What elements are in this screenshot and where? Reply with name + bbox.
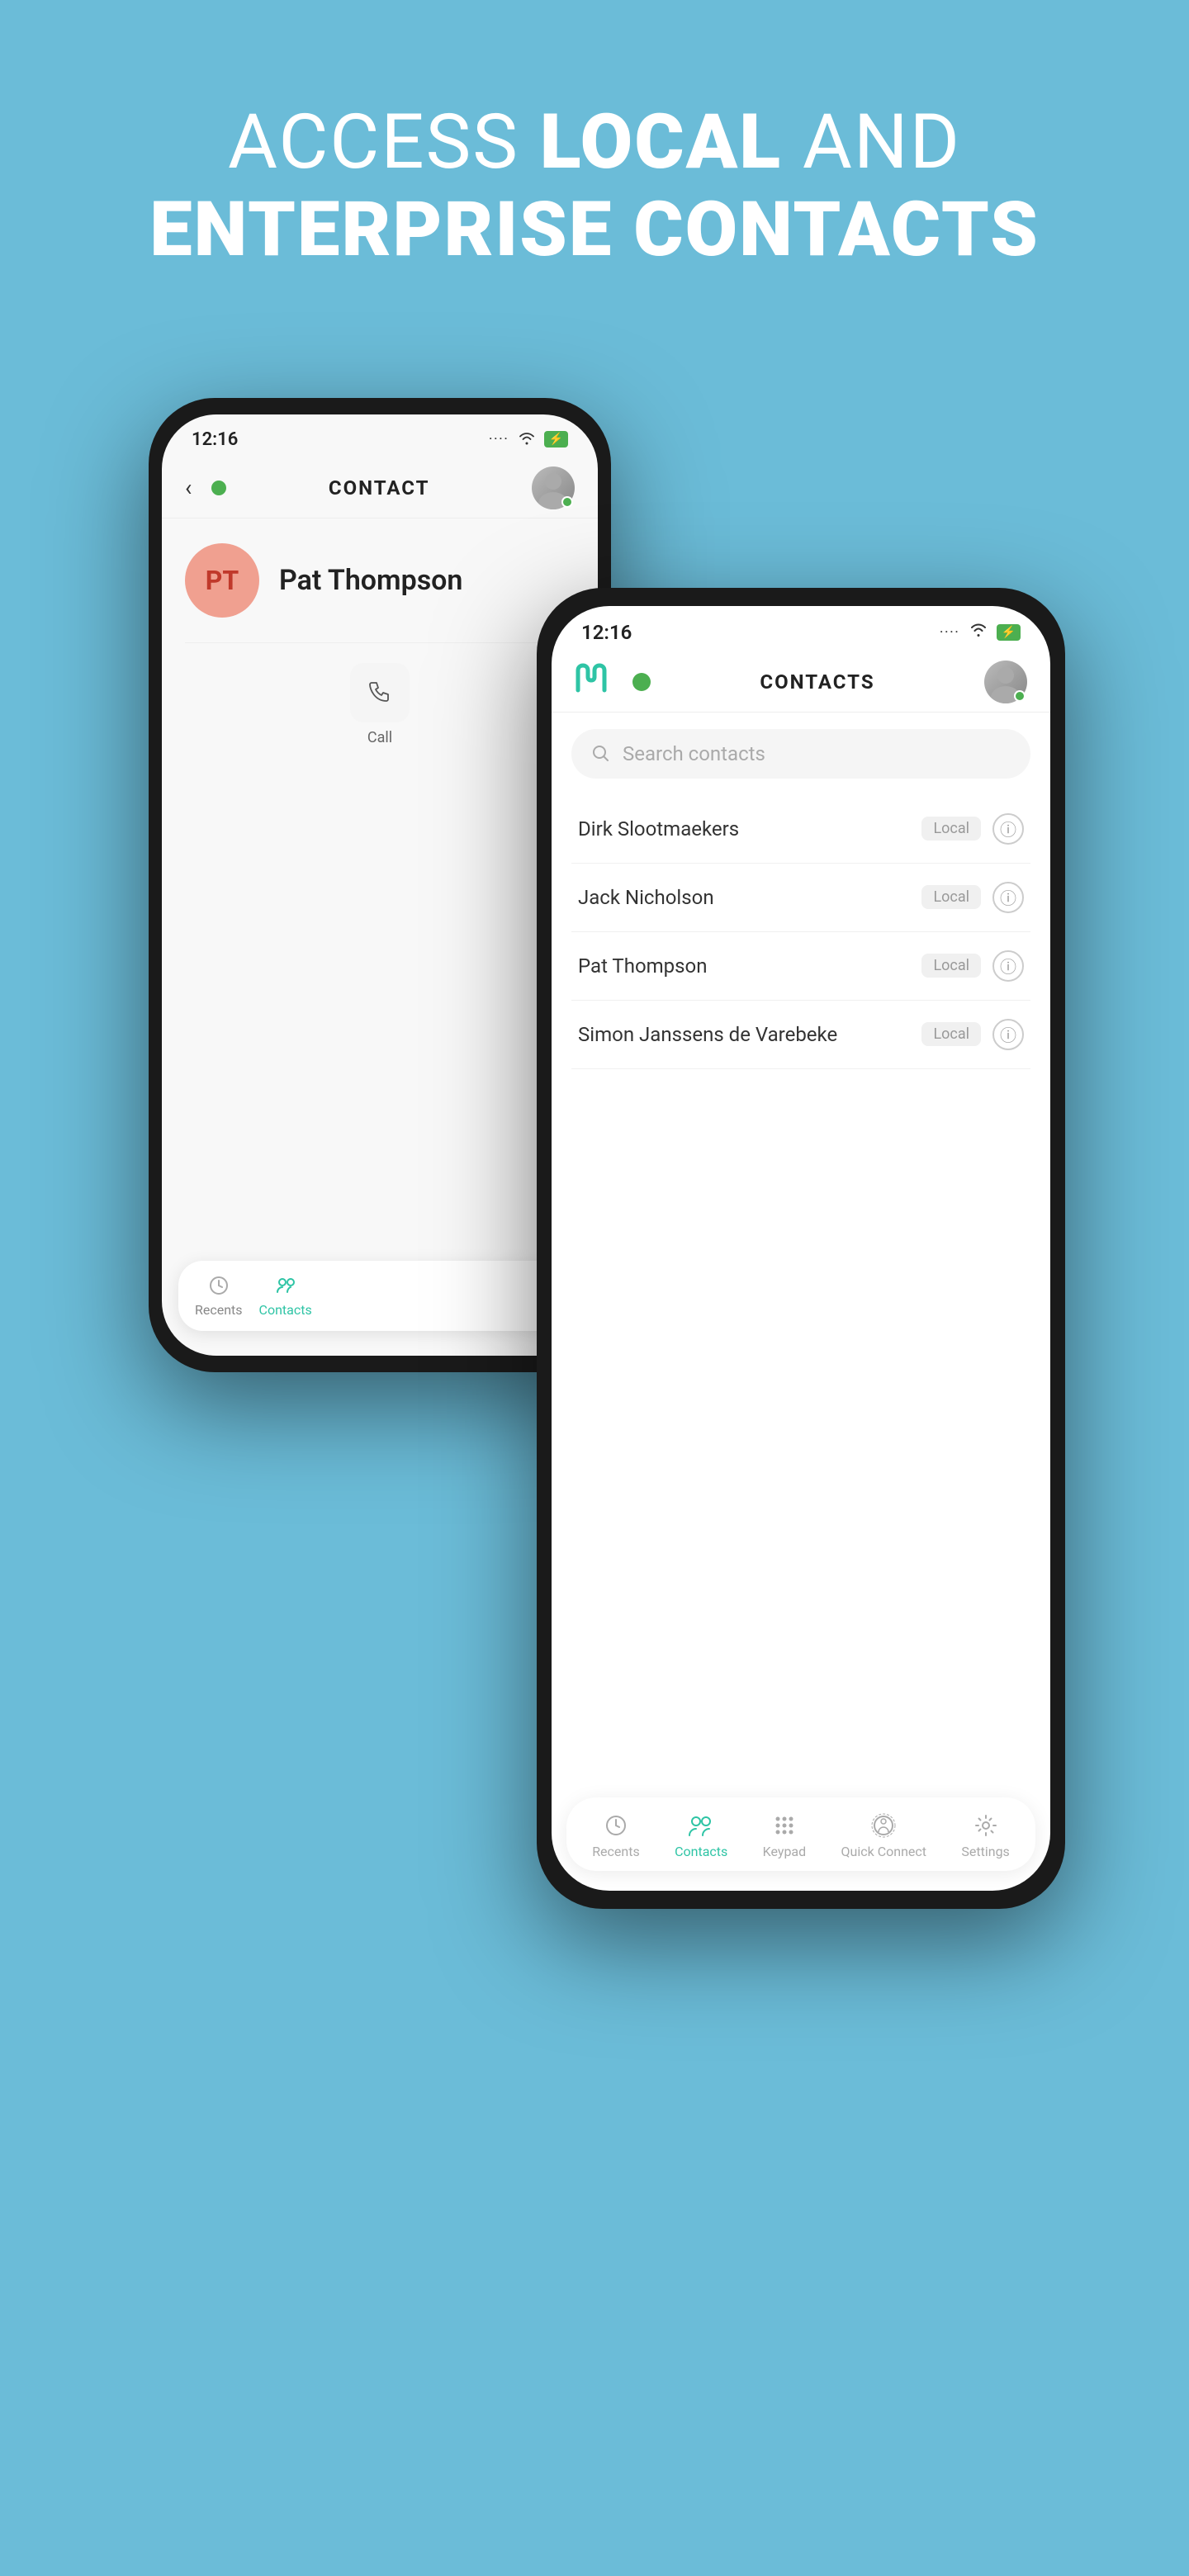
- front-status-icons: ···· ⚡: [940, 622, 1021, 642]
- contact-name-2: Jack Nicholson: [578, 886, 714, 909]
- back-nav: ‹ CONTACT: [162, 458, 598, 519]
- search-icon: [591, 744, 611, 764]
- info-button-2[interactable]: ⓘ: [992, 882, 1024, 913]
- front-status-dot: [632, 673, 651, 691]
- call-action: Call: [162, 643, 598, 766]
- front-logo-area: [575, 662, 651, 702]
- nav-label-recents: Recents: [592, 1844, 640, 1859]
- nav-item-keypad[interactable]: Keypad: [763, 1812, 807, 1859]
- front-user-avatar[interactable]: [984, 661, 1027, 703]
- front-nav: CONTACTS: [552, 652, 1050, 713]
- user-avatar[interactable]: [532, 466, 575, 509]
- info-button-3[interactable]: ⓘ: [992, 950, 1024, 982]
- phone-front: 12:16 ···· ⚡: [537, 588, 1065, 1909]
- front-time: 12:16: [581, 621, 632, 644]
- back-status-icons: ···· ⚡: [489, 429, 568, 450]
- info-button-1[interactable]: ⓘ: [992, 813, 1024, 845]
- search-placeholder: Search contacts: [623, 742, 765, 765]
- quickconnect-icon: [870, 1812, 897, 1839]
- status-dot: [211, 481, 226, 495]
- keypad-icon: [771, 1812, 798, 1839]
- nav-item-settings[interactable]: Settings: [961, 1812, 1009, 1859]
- contact-name-4: Simon Janssens de Varebeke: [578, 1023, 837, 1046]
- local-badge-3: Local: [921, 954, 981, 978]
- contact-row-3-right: Local ⓘ: [921, 950, 1024, 982]
- settings-icon: [973, 1812, 999, 1839]
- nav-item-contacts[interactable]: Contacts: [675, 1812, 727, 1859]
- contact-row-3[interactable]: Pat Thompson Local ⓘ: [571, 932, 1030, 1001]
- front-wifi-icon: [969, 622, 988, 642]
- back-time: 12:16: [192, 429, 238, 450]
- app-logo: [575, 662, 621, 702]
- contact-row-2-right: Local ⓘ: [921, 882, 1024, 913]
- contact-name-3: Pat Thompson: [578, 954, 707, 978]
- back-arrow-icon[interactable]: ‹: [185, 474, 192, 501]
- header: ACCESS LOCAL AND ENTERPRISE CONTACTS: [149, 99, 1040, 274]
- call-button[interactable]: [350, 663, 410, 722]
- nav-label-contacts: Contacts: [675, 1844, 727, 1859]
- bottom-nav: Recents Contacts: [566, 1797, 1035, 1871]
- header-line1: ACCESS LOCAL AND: [149, 99, 1040, 187]
- local-badge-1: Local: [921, 817, 981, 841]
- nav-label-settings: Settings: [961, 1844, 1009, 1859]
- contact-row-1-right: Local ⓘ: [921, 813, 1024, 845]
- recents-icon: [603, 1812, 629, 1839]
- contacts-list: Dirk Slootmaekers Local ⓘ Jack Nicholson…: [552, 795, 1050, 1069]
- front-dots-icon: ····: [940, 626, 959, 639]
- nav-left: ‹: [185, 474, 226, 501]
- front-nav-title: CONTACTS: [760, 670, 874, 694]
- nav-label-quickconnect: Quick Connect: [841, 1844, 926, 1859]
- contact-row-4-right: Local ⓘ: [921, 1019, 1024, 1050]
- front-battery-icon: ⚡: [997, 624, 1021, 641]
- search-bar[interactable]: Search contacts: [571, 729, 1030, 779]
- front-avatar-online: [1014, 690, 1026, 702]
- back-phone-screen: 12:16 ···· ⚡ ‹: [162, 414, 598, 1356]
- contacts-icon: [686, 1812, 716, 1839]
- local-badge-4: Local: [921, 1022, 981, 1046]
- battery-icon: ⚡: [544, 431, 568, 447]
- avatar-online-indicator: [561, 496, 573, 508]
- back-bottom-tabs: Recents Contacts: [178, 1261, 581, 1331]
- nav-item-quickconnect[interactable]: Quick Connect: [841, 1812, 926, 1859]
- tab-recents[interactable]: Recents: [195, 1274, 243, 1318]
- phones-container: 12:16 ···· ⚡ ‹: [99, 373, 1090, 2437]
- tab-contacts[interactable]: Contacts: [259, 1274, 312, 1318]
- info-button-4[interactable]: ⓘ: [992, 1019, 1024, 1050]
- call-label: Call: [367, 729, 392, 746]
- front-phone-screen: 12:16 ···· ⚡: [552, 606, 1050, 1891]
- contact-row-4[interactable]: Simon Janssens de Varebeke Local ⓘ: [571, 1001, 1030, 1069]
- contact-row-1[interactable]: Dirk Slootmaekers Local ⓘ: [571, 795, 1030, 864]
- header-line2: ENTERPRISE CONTACTS: [149, 187, 1040, 274]
- tab-recents-label: Recents: [195, 1302, 243, 1318]
- back-status-bar: 12:16 ···· ⚡: [162, 414, 598, 458]
- contact-card: PT Pat Thompson: [162, 519, 598, 642]
- contact-name-1: Dirk Slootmaekers: [578, 817, 739, 841]
- dots-icon: ····: [489, 433, 509, 446]
- front-status-bar: 12:16 ···· ⚡: [552, 606, 1050, 652]
- tab-contacts-label: Contacts: [259, 1302, 312, 1318]
- wifi-icon: [518, 429, 536, 450]
- contact-name: Pat Thompson: [279, 564, 462, 597]
- contact-row-2[interactable]: Jack Nicholson Local ⓘ: [571, 864, 1030, 932]
- header-local: LOCAL: [540, 98, 782, 187]
- nav-label-keypad: Keypad: [763, 1844, 807, 1859]
- nav-item-recents[interactable]: Recents: [592, 1812, 640, 1859]
- local-badge-2: Local: [921, 885, 981, 909]
- back-nav-title: CONTACT: [329, 476, 430, 500]
- contact-avatar-initials: PT: [185, 543, 259, 618]
